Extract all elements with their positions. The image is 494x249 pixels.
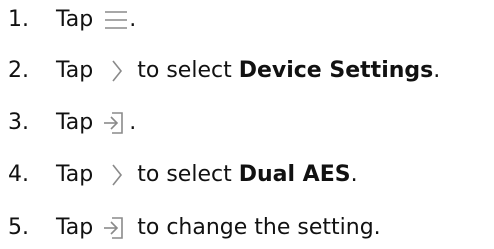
step-number: 1. (8, 7, 29, 32)
step-text: to change the setting. (137, 215, 381, 240)
step-punctuation: . (433, 58, 441, 83)
step-verb: Tap (56, 162, 94, 187)
step-verb: Tap (56, 7, 94, 32)
step-verb: Tap (56, 110, 94, 135)
step-punctuation: . (129, 110, 137, 135)
step-target: Device Settings (238, 58, 434, 83)
step-number: 4. (8, 162, 29, 187)
chevron-right-icon (111, 163, 123, 187)
step-4: 4. Tap to select Dual AES . (0, 155, 358, 195)
step-text: to select (137, 58, 232, 83)
step-text: to select (137, 162, 232, 187)
step-verb: Tap (56, 215, 94, 240)
enter-icon (101, 215, 127, 241)
step-number: 2. (8, 58, 29, 83)
step-2: 2. Tap to select Device Settings . (0, 51, 440, 91)
step-punctuation: . (129, 7, 137, 32)
enter-icon (101, 110, 127, 136)
step-number: 3. (8, 110, 29, 135)
instruction-steps: 1. Tap . 2. Tap to select Device Setting… (0, 0, 494, 249)
step-1: 1. Tap . (0, 0, 136, 40)
step-number: 5. (8, 215, 29, 240)
step-5: 5. Tap to change the setting. (0, 208, 381, 248)
chevron-right-icon (111, 59, 123, 83)
step-verb: Tap (56, 58, 94, 83)
step-target: Dual AES (238, 162, 351, 187)
step-3: 3. Tap . (0, 103, 136, 143)
step-punctuation: . (350, 162, 358, 187)
menu-icon (103, 8, 129, 32)
